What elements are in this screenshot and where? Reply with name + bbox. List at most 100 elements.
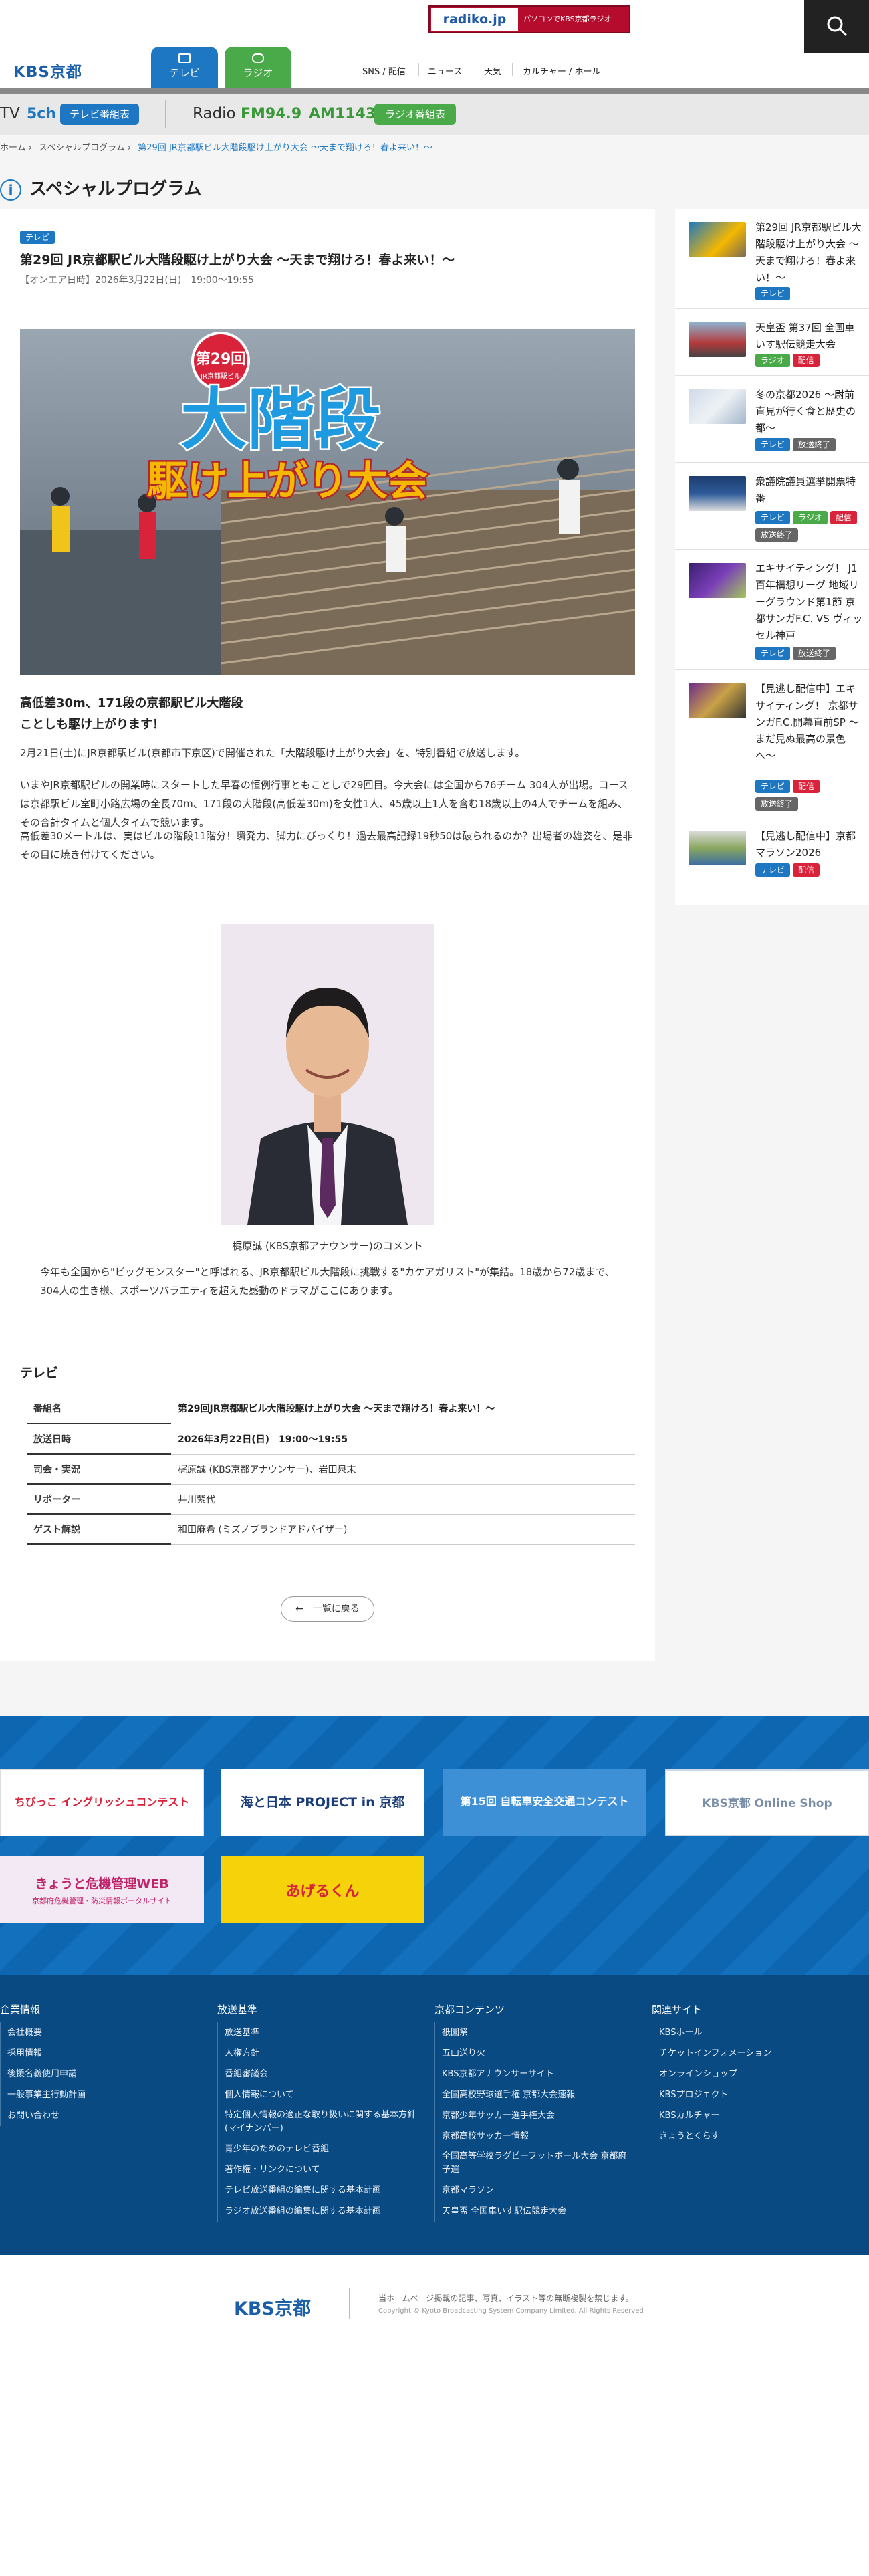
breadcrumb-special[interactable]: スペシャルプログラム <box>39 143 125 153</box>
table-row: 司会・実況 梶原誠 (KBS京都アナウンサー)、岩田泉末 <box>27 1454 635 1485</box>
sidebar-item[interactable]: 天皇盃 第37回 全国車いす駅伝競走大会 ラジオ 配信 <box>675 309 869 376</box>
copyright-note: 当ホームページ掲載の記事、写真、イラスト等の無断複製を禁じます。 <box>378 2294 634 2303</box>
footer-column-kyoto-contents: 京都コンテンツ 祇園祭 五山送り火 KBS京都アナウンサーサイト 全国高校野球選… <box>434 2002 635 2222</box>
chevron-right-icon: › <box>25 143 35 153</box>
back-to-list-button[interactable]: ← 一覧に戻る <box>281 1596 374 1622</box>
footer-link[interactable]: 番組審議会 <box>225 2064 418 2084</box>
thumbnail-image <box>689 476 746 511</box>
footer-column-related: 関連サイト KBSホール チケットインフォメーション オンラインショップ KBS… <box>652 2002 852 2147</box>
nav-divider <box>512 63 513 76</box>
sidebar-item[interactable]: エキサイティング！ J1百年構想リーグ 地域リーグラウンド第1節 京都サンガF.… <box>675 550 869 670</box>
footer-link[interactable]: 五山送り火 <box>442 2043 635 2064</box>
nav-culture[interactable]: カルチャー / ホール <box>523 64 601 77</box>
lead-text: 高低差30m、171段の京都駅ビル大階段 ことしも駆け上がります！ <box>20 693 243 736</box>
badge: ラジオ <box>755 354 790 367</box>
sidebar-item[interactable]: 冬の京都2026 〜尉前直見が行く食と歴史の都〜 テレビ 放送終了 <box>675 376 869 463</box>
footer-link[interactable]: 全国高校野球選手権 京都大会速報 <box>442 2084 635 2105</box>
tv-label: TV <box>0 105 20 122</box>
table-row: ゲスト解説 和田麻希 (ミズノブランドアドバイザー) <box>27 1514 635 1545</box>
badge: 配信 <box>793 780 820 793</box>
hero-image: 第29回 JR京都駅ビル 大階段 駆け上がり大会 <box>20 329 635 675</box>
radiko-logo: radiko.jp <box>431 8 518 31</box>
breadcrumb-current: 第29回 JR京都駅ビル大階段駆け上がり大会 〜天まで翔けろ！春よ来い！〜 <box>138 143 432 153</box>
footer-logo[interactable]: KBS京都 <box>234 2294 311 2320</box>
footer-link[interactable]: 会社概要 <box>7 2022 201 2043</box>
footer-link[interactable]: お問い合わせ <box>7 2105 201 2126</box>
banner-kyoto-kikikanri[interactable]: きょうと危機管理WEB 京都府危機管理・防災情報ポータルサイト <box>0 1856 204 1923</box>
sidebar-badges: テレビ 配信放送終了 <box>755 777 862 812</box>
sidebar-item[interactable]: 【見逃し配信中】京都マラソン2026 テレビ 配信 <box>675 817 869 905</box>
nav-weather[interactable]: 天気 <box>484 64 501 77</box>
sidebar-badges: テレビ <box>755 286 793 300</box>
row-value: 井川紫代 <box>171 1484 635 1515</box>
radio-guide-button[interactable]: ラジオ番組表 <box>374 104 456 125</box>
footer-link[interactable]: チケットインフォメーション <box>659 2043 852 2064</box>
footer-bottom: KBS京都 当ホームページ掲載の記事、写真、イラスト等の無断複製を禁じます。 C… <box>0 2255 869 2576</box>
paragraph-1: 2月21日(土)にJR京都駅ビル(京都市下京区)で開催された「大階段駆け上がり大… <box>20 747 525 759</box>
breadcrumb-home[interactable]: ホーム <box>0 143 26 153</box>
sidebar-item[interactable]: 衆議院議員選挙開票特番 テレビ ラジオ 配信放送終了 <box>675 463 869 550</box>
footer-link[interactable]: 採用情報 <box>7 2043 201 2064</box>
badge-tv: テレビ <box>20 231 55 244</box>
footer-link[interactable]: KBSプロジェクト <box>659 2084 852 2105</box>
footer-link[interactable]: 個人情報について <box>225 2084 418 2105</box>
row-value: 和田麻希 (ミズノブランドアドバイザー) <box>171 1514 635 1545</box>
nav-news[interactable]: ニュース <box>428 64 462 77</box>
footer-link[interactable]: 人権方針 <box>225 2043 418 2064</box>
footer-link[interactable]: テレビ放送番組の編集に関する基本計画 <box>225 2180 418 2201</box>
footer-link[interactable]: 京都高校サッカー情報 <box>442 2126 635 2147</box>
footer-link[interactable]: KBSホール <box>659 2022 852 2043</box>
footer-link[interactable]: 祇園祭 <box>442 2022 635 2043</box>
air-date: 【オンエア日時】2026年3月22日(日) 19:00〜19:55 <box>20 275 254 286</box>
row-key: 放送日時 <box>27 1424 171 1455</box>
footer-link[interactable]: 著作権・リンクについて <box>225 2159 418 2180</box>
footer-link[interactable]: 特定個人情報の適正な取り扱いに関する基本方針(マイナンバー) <box>225 2105 418 2139</box>
banner-cycle-contest[interactable]: 第15回 自転車安全交通コンテスト <box>443 1769 646 1836</box>
sidebar-item[interactable]: 【見逃し配信中】エキサイティング！ 京都サンガF.C.開幕直前SP 〜まだ見ぬ最… <box>675 670 869 817</box>
footer-link[interactable]: 京都マラソン <box>442 2180 635 2201</box>
footer-link[interactable]: 京都少年サッカー選手権大会 <box>442 2105 635 2126</box>
footer: 企業情報 会社概要 採用情報 後援名義使用申請 一般事業主行動計画 お問い合わせ… <box>0 1975 869 2255</box>
footer-link[interactable]: 放送基準 <box>225 2022 418 2043</box>
sidebar-badges: テレビ 放送終了 <box>755 437 838 451</box>
breadcrumb: ホーム › スペシャルプログラム › 第29回 JR京都駅ビル大階段駆け上がり大… <box>0 140 437 153</box>
sidebar-item-title: 第29回 JR京都駅ビル大階段駆け上がり大会 〜天まで翔けろ！春よ来い！〜 <box>755 221 862 284</box>
banner-agerukun[interactable]: あげるくん <box>221 1856 424 1923</box>
sidebar-item-title: 衆議院議員選挙開票特番 <box>755 475 856 504</box>
banner-umi-project[interactable]: 海と日本 PROJECT in 京都 <box>221 1769 424 1836</box>
footer-heading: 関連サイト <box>652 2004 703 2016</box>
footer-link[interactable]: ラジオ放送番組の編集に関する基本計画 <box>225 2201 418 2222</box>
banner-label: あげるくん <box>285 1883 360 1900</box>
footer-link[interactable]: 一般事業主行動計画 <box>7 2084 201 2105</box>
footer-link[interactable]: KBS京都アナウンサーサイト <box>442 2064 635 2084</box>
banner-label: 第15回 自転車安全交通コンテスト <box>460 1795 629 1808</box>
sidebar-item[interactable]: 第29回 JR京都駅ビル大階段駆け上がり大会 〜天まで翔けろ！春よ来い！〜 テレ… <box>675 209 869 309</box>
banner-english-contest[interactable]: ちびっこ イングリッシュコンテスト <box>0 1769 204 1836</box>
search-button[interactable] <box>804 0 869 53</box>
tab-radio[interactable]: ラジオ <box>225 47 291 88</box>
banner-label: ちびっこ イングリッシュコンテスト <box>14 1796 190 1808</box>
footer-link[interactable]: 天皇盃 全国車いす駅伝競走大会 <box>442 2201 635 2222</box>
banner-online-shop[interactable]: KBS京都 Online Shop <box>665 1769 869 1836</box>
radio-fm: FM94.9 <box>241 106 302 122</box>
sidebar-badges: テレビ 放送終了 <box>755 646 838 660</box>
tv-guide-button[interactable]: テレビ番組表 <box>60 104 139 125</box>
footer-link[interactable]: きょうとくらす <box>659 2126 852 2147</box>
footer-link[interactable]: 青少年のためのテレビ番組 <box>225 2139 418 2159</box>
table-row: 放送日時 2026年3月22日(日) 19:00〜19:55 <box>27 1424 635 1455</box>
banner-area: ちびっこ イングリッシュコンテスト 海と日本 PROJECT in 京都 第15… <box>0 1716 869 1975</box>
copyright: Copyright © Kyoto Broadcasting System Co… <box>378 2307 644 2315</box>
footer-link[interactable]: 後援名義使用申請 <box>7 2064 201 2084</box>
chevron-right-icon: › <box>124 143 134 153</box>
footer-link[interactable]: オンラインショップ <box>659 2064 852 2084</box>
announcer-photo <box>221 924 434 1225</box>
site-logo[interactable]: KBS京都 <box>13 59 82 82</box>
nav-sns[interactable]: SNS / 配信 <box>362 64 406 77</box>
footer-link[interactable]: KBSカルチャー <box>659 2105 852 2126</box>
badge: 放送終了 <box>793 647 836 660</box>
radiko-banner[interactable]: radiko.jp パソコンでKBS京都ラジオ <box>428 5 630 33</box>
page-title-text: スペシャルプログラム <box>29 179 202 199</box>
tab-tv[interactable]: テレビ <box>151 47 218 88</box>
sidebar-badges: テレビ 配信 <box>755 863 822 877</box>
footer-link[interactable]: 全国高等学校ラグビーフットボール大会 京都府予選 <box>442 2147 635 2180</box>
